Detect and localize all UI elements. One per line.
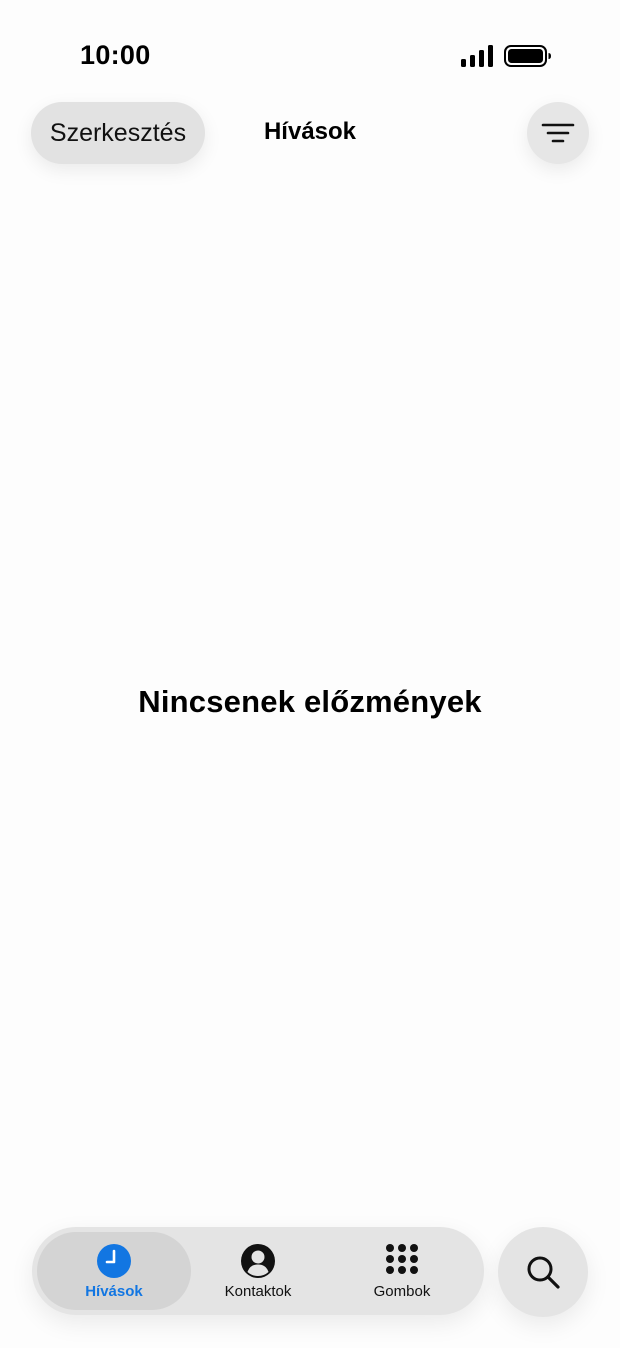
tab-keypad-label: Gombok [373, 1282, 431, 1300]
tab-contacts[interactable]: Kontaktok [192, 1232, 324, 1310]
filter-lines-icon [541, 123, 575, 143]
tab-calls[interactable]: Hívások [37, 1232, 191, 1310]
phone-screen: 10:00 Szerkesztés Hívások Nincsenek előz… [0, 0, 620, 1348]
filter-button[interactable] [527, 102, 589, 164]
status-time: 10:00 [80, 40, 151, 70]
search-icon [527, 1256, 560, 1289]
search-button[interactable] [498, 1227, 588, 1317]
clock-icon [97, 1243, 131, 1278]
tab-contacts-label: Kontaktok [224, 1282, 292, 1300]
tab-keypad[interactable]: Gombok [332, 1232, 472, 1310]
keypad-icon [386, 1243, 418, 1274]
tab-bar: Hívások Kontaktok Gombok [32, 1227, 484, 1315]
battery-icon [504, 45, 551, 67]
cellular-signal-icon [461, 45, 493, 67]
person-circle-icon [241, 1243, 275, 1278]
empty-state-message: Nincsenek előzmények [138, 684, 482, 719]
tab-calls-label: Hívások [85, 1282, 143, 1300]
